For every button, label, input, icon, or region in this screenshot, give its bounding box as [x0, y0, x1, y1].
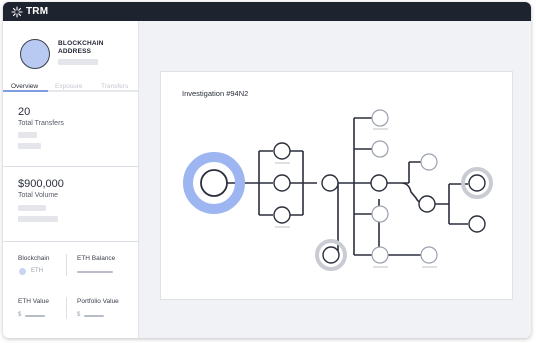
total-transfers-value: 20 [18, 106, 31, 118]
graph-node [370, 174, 388, 192]
investigation-panel: Investigation #94N2 [160, 71, 513, 300]
top-bar: TRM [3, 2, 531, 21]
blockchain-label: Blockchain [18, 255, 50, 262]
graph-node [273, 142, 291, 160]
logo[interactable]: TRM [11, 5, 48, 18]
graph-node-inactive [371, 140, 389, 158]
transfers-placeholder-1 [18, 132, 37, 138]
eth-value-placeholder [25, 315, 45, 317]
graph-node [468, 215, 486, 233]
portfolio-value-prefix: $ [77, 312, 81, 318]
transfers-placeholder-2 [18, 143, 41, 149]
eth-icon [19, 268, 26, 275]
graph-node [273, 174, 291, 192]
column-divider [66, 297, 67, 319]
graph-node [418, 195, 436, 213]
graph-node-inactive [371, 109, 389, 127]
portfolio-value-placeholder [84, 315, 104, 317]
graph-node [468, 174, 486, 192]
trm-logo-icon [11, 5, 23, 18]
portfolio-value-label: Portfolio Value [77, 298, 119, 305]
tab-transfers[interactable]: Transfers [101, 83, 128, 90]
address-type-title: BLOCKCHAIN ADDRESS [58, 40, 104, 55]
graph-edge [353, 117, 372, 256]
graph-node-inactive [371, 205, 389, 223]
address-avatar [20, 39, 50, 69]
graph-node-inactive [420, 246, 438, 264]
blockchain-value: ETH [31, 268, 43, 274]
focus-node [200, 169, 228, 197]
volume-placeholder-1 [18, 205, 46, 211]
sidebar: BLOCKCHAIN ADDRESS Overview Exposure Tra… [3, 21, 139, 338]
graph-node-inactive [420, 153, 438, 171]
volume-placeholder-2 [18, 216, 58, 222]
section-divider [3, 166, 138, 167]
total-transfers-label: Total Transfers [18, 120, 64, 127]
graph-edge [324, 183, 339, 256]
section-divider [3, 241, 138, 242]
tab-exposure[interactable]: Exposure [55, 83, 82, 90]
eth-balance-label: ETH Balance [77, 255, 116, 262]
graph-node [321, 174, 339, 192]
tab-overview[interactable]: Overview [11, 83, 38, 90]
column-divider [66, 254, 67, 276]
active-tab-indicator [3, 90, 48, 92]
address-placeholder [58, 59, 98, 65]
graph-node [322, 246, 340, 264]
eth-value-prefix: $ [18, 312, 22, 318]
graph-node [273, 206, 291, 224]
logo-text: TRM [26, 6, 49, 17]
transaction-graph [183, 109, 493, 271]
graph-edge [289, 150, 317, 216]
eth-value-label: ETH Value [18, 298, 49, 305]
app-window: TRM BLOCKCHAIN ADDRESS Overview Exposure… [3, 2, 531, 338]
graph-node-inactive [371, 246, 389, 264]
total-volume-value: $900,000 [18, 178, 64, 190]
eth-balance-placeholder [77, 271, 113, 273]
graph-edge [387, 161, 428, 205]
total-volume-label: Total Volume [18, 192, 59, 199]
